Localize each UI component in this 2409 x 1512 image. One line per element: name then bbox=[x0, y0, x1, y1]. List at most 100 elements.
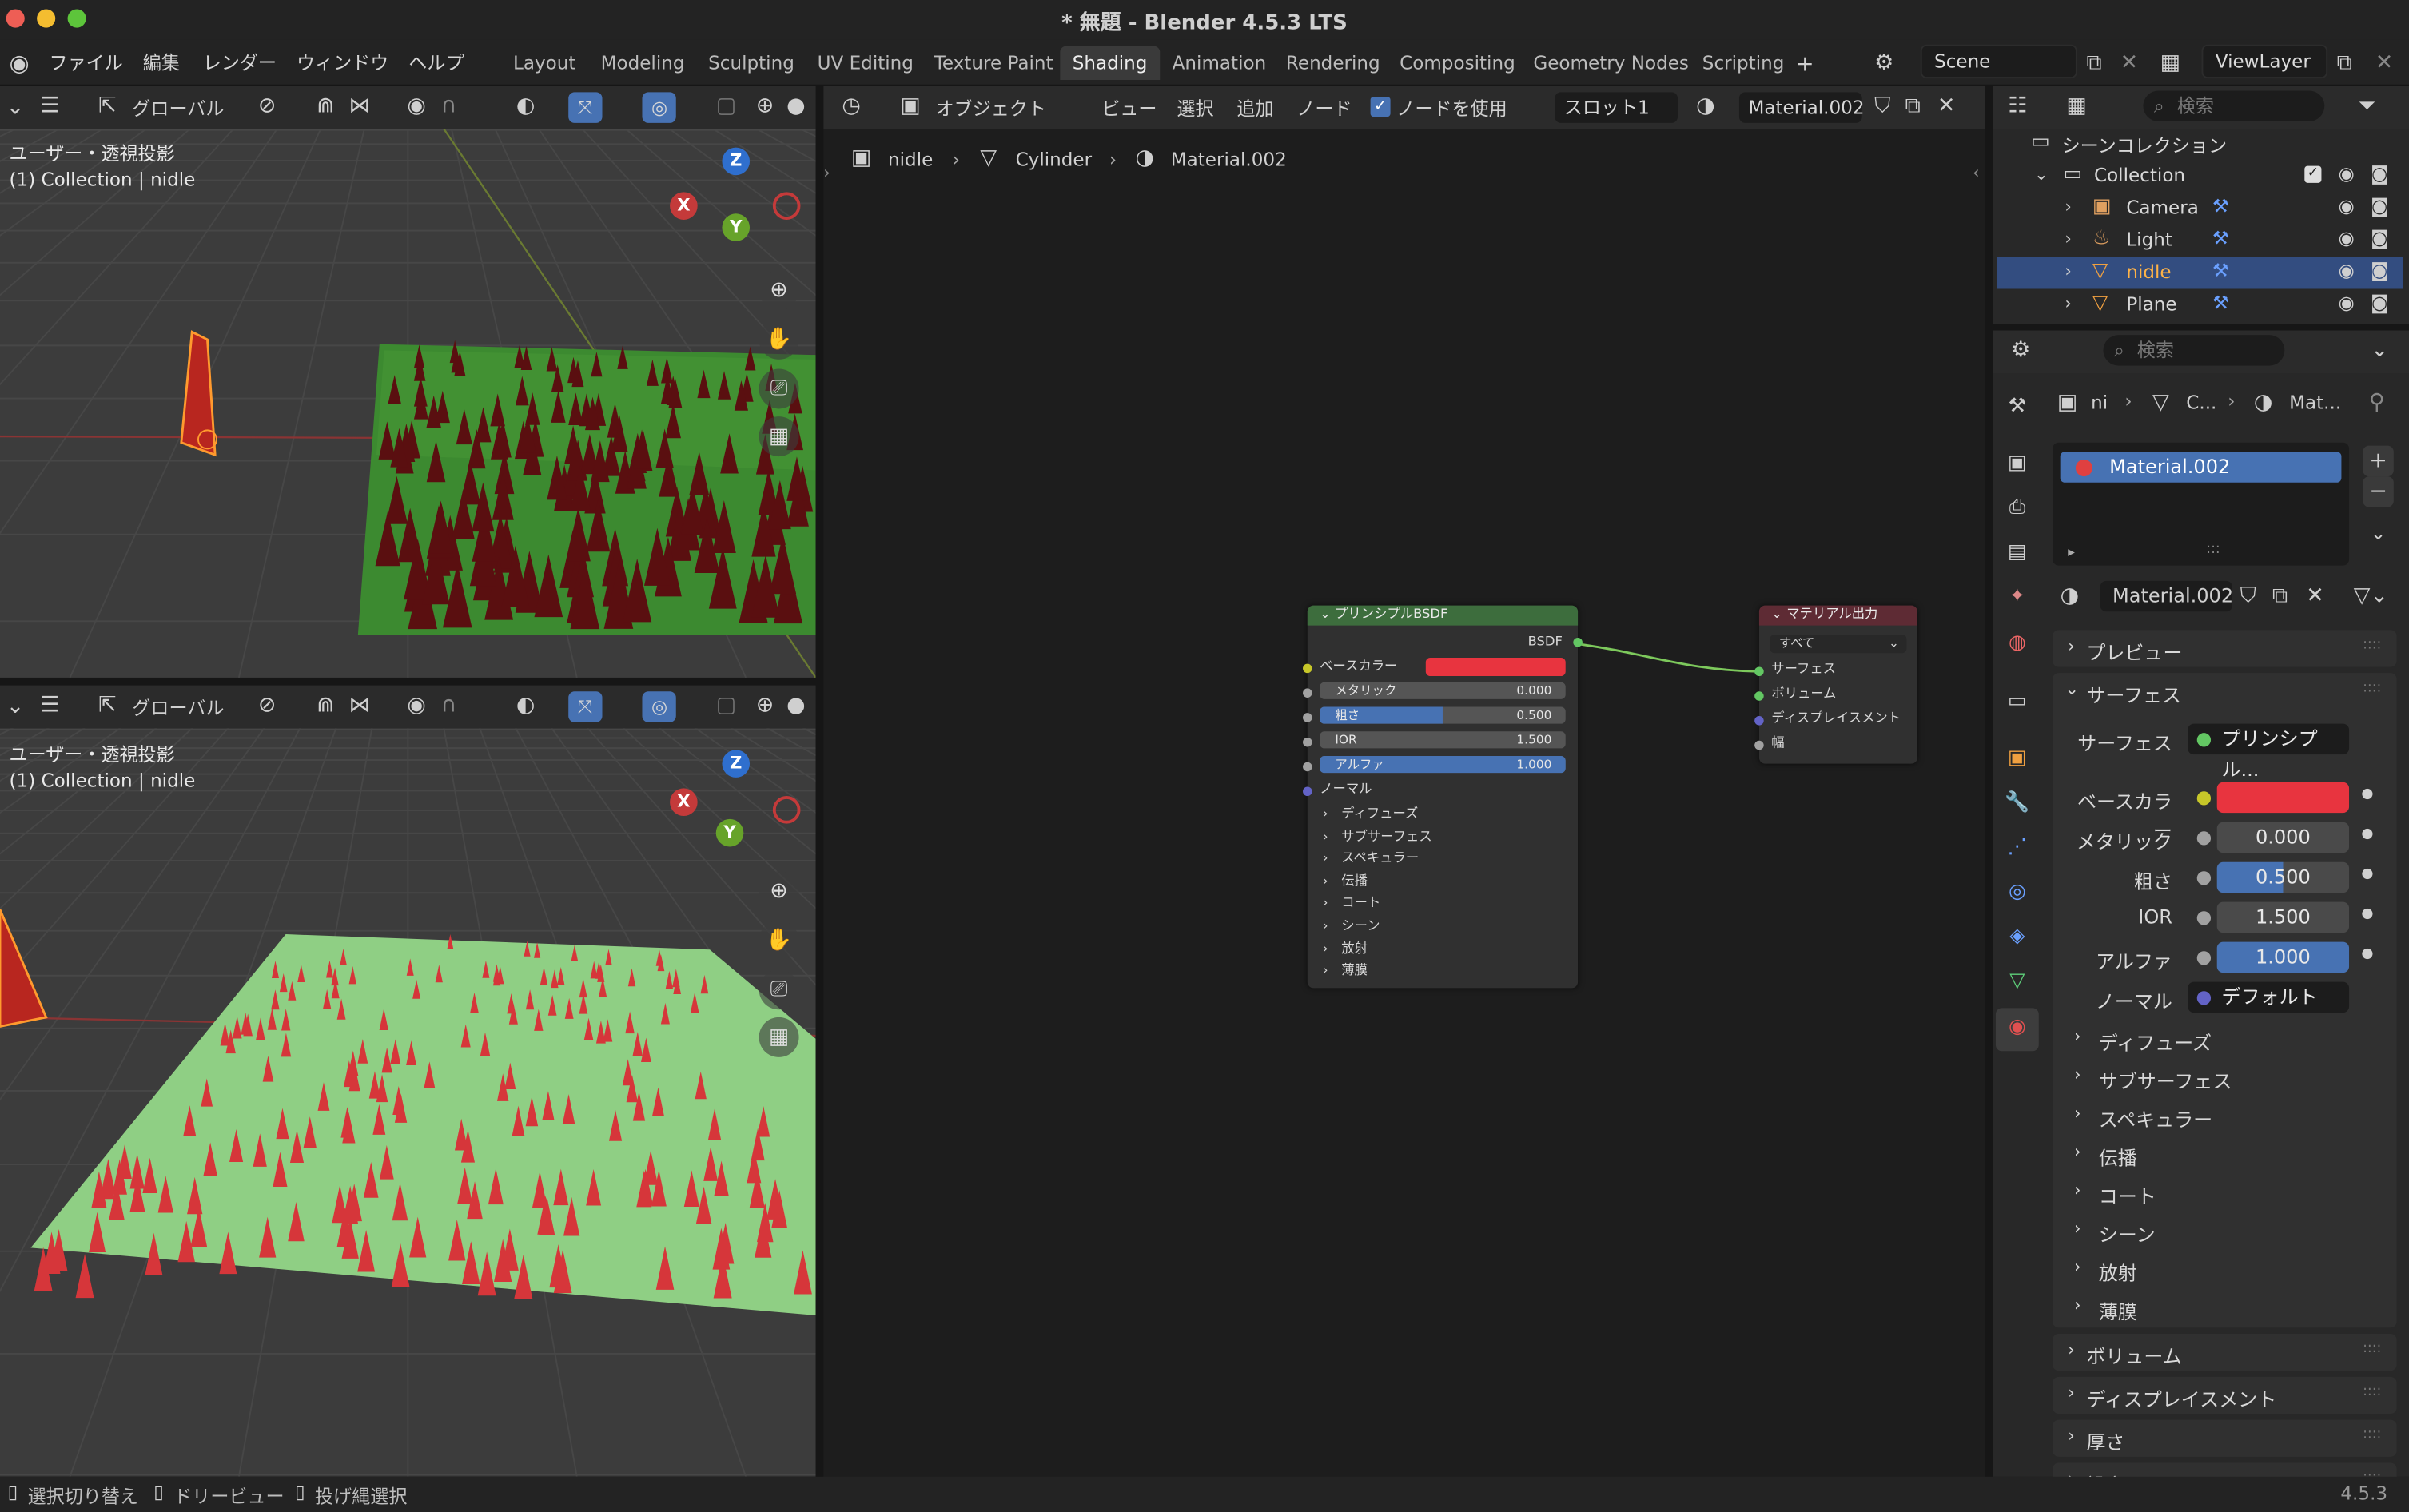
surface-socket[interactable] bbox=[1754, 666, 1764, 677]
visibility-icon[interactable]: ◐ bbox=[516, 694, 535, 716]
blender-logo-icon[interactable]: ◉ bbox=[10, 51, 30, 75]
editor-type-icon[interactable]: ◷ bbox=[842, 95, 860, 117]
tab-layout[interactable]: Layout bbox=[501, 46, 588, 80]
material-browse-icon[interactable]: ◑ bbox=[1696, 95, 1714, 117]
properties-search-input[interactable]: ⌕ 検索 bbox=[2103, 335, 2285, 366]
surface-subsection-row[interactable]: › ディフューズ bbox=[2053, 1021, 2397, 1057]
minimize-window-button[interactable] bbox=[37, 9, 56, 28]
solid-shading-icon[interactable]: ● bbox=[786, 694, 805, 716]
menu-edit[interactable]: 編集 bbox=[143, 50, 180, 76]
surface-subsection-row[interactable]: › 放射 bbox=[2053, 1251, 2397, 1287]
editor-type-icon[interactable]: ⌄ bbox=[6, 696, 25, 718]
camera-view-icon[interactable]: ⎚ bbox=[759, 368, 799, 409]
add-slot-button[interactable]: + bbox=[2363, 445, 2394, 477]
tab-rendering[interactable]: Rendering bbox=[1274, 46, 1393, 80]
roughness-slider[interactable]: 粗さ 0.500 bbox=[1320, 706, 1566, 724]
fake-user-shield-icon[interactable]: ⛉ bbox=[1874, 95, 1890, 117]
remove-slot-button[interactable]: − bbox=[2363, 476, 2394, 507]
xray-icon[interactable]: ▢ bbox=[716, 694, 736, 716]
overlay-toggle-icon[interactable]: ◎ bbox=[642, 92, 676, 123]
gizmo-x-axis[interactable]: X bbox=[670, 192, 698, 220]
orientation-dropdown[interactable]: グローバル bbox=[132, 95, 224, 121]
keyframe-dot[interactable]: ● bbox=[2361, 866, 2373, 881]
render-camera-icon[interactable]: ◙ bbox=[2371, 261, 2388, 280]
delete-viewlayer-icon[interactable]: ✕ bbox=[2375, 52, 2394, 74]
proportional-edit-icon[interactable]: ◉ bbox=[407, 694, 425, 716]
keyframe-dot[interactable]: ● bbox=[2361, 786, 2373, 802]
editor-type-icon[interactable]: ☷ bbox=[2008, 95, 2027, 117]
bsdf-output-socket[interactable] bbox=[1573, 637, 1583, 647]
falloff-icon[interactable]: ∩ bbox=[441, 95, 457, 117]
menu-file[interactable]: ファイル bbox=[50, 50, 123, 76]
bsdf-section-row[interactable]: › 伝播 bbox=[1323, 873, 1368, 891]
object-mode-icon[interactable]: ▣ bbox=[900, 95, 920, 117]
modifier-tab-icon[interactable]: 🔧 bbox=[2004, 791, 2032, 819]
metallic-field[interactable]: 0.000 bbox=[2216, 822, 2350, 853]
pivot-icon[interactable]: ⊘ bbox=[258, 694, 277, 716]
outliner-item-nidle[interactable]: › ▽ nidle ⚒ ◉ ◙ bbox=[1997, 257, 2403, 289]
area-divider[interactable] bbox=[0, 677, 816, 686]
gizmo-z-axis[interactable]: Z bbox=[722, 147, 751, 176]
viewlayer-name-field[interactable]: ViewLayer bbox=[2201, 44, 2328, 79]
grid-view-icon[interactable]: ▦ bbox=[759, 1017, 799, 1057]
surface-subsection-row[interactable]: › サブサーフェス bbox=[2053, 1059, 2397, 1096]
expand-chevron-icon[interactable]: › bbox=[2065, 198, 2071, 215]
new-viewlayer-icon[interactable]: ⧉ bbox=[2337, 52, 2352, 74]
keyframe-dot[interactable]: ● bbox=[2361, 946, 2373, 961]
roughness-socket[interactable] bbox=[1303, 713, 1312, 722]
material-name-field[interactable]: Material.002 bbox=[1738, 92, 1865, 123]
output-tab-icon[interactable]: ⎙ bbox=[2004, 496, 2032, 524]
expand-chevron-icon[interactable]: › bbox=[2065, 230, 2071, 247]
render-camera-icon[interactable]: ◙ bbox=[2371, 293, 2388, 312]
modifier-icon[interactable]: ⚒ bbox=[2212, 261, 2229, 280]
visibility-eye-icon[interactable]: ◉ bbox=[2339, 165, 2355, 183]
viewlayer-icon[interactable]: ▦ bbox=[2160, 52, 2180, 74]
modifier-icon[interactable]: ⚒ bbox=[2212, 293, 2229, 312]
bsdf-section-row[interactable]: › ディフューズ bbox=[1323, 806, 1418, 824]
visibility-eye-icon[interactable]: ◉ bbox=[2339, 197, 2355, 215]
tab-texture-paint[interactable]: Texture Paint bbox=[922, 46, 1065, 80]
gizmo-neg-x-axis[interactable] bbox=[772, 796, 801, 824]
display-mode-icon[interactable]: ▦ bbox=[2066, 95, 2086, 117]
pan-hand-icon[interactable]: ✋ bbox=[759, 920, 799, 961]
tool-tab-icon[interactable]: ⚒ bbox=[2004, 395, 2032, 423]
viewport-bottom[interactable]: ⌄ ☰ ⇱ グローバル ⊘ ⋒ ⋈ ◉ ∩ ◐ ⤧ ◎ ▢ ⊕ ● ユーザー・透… bbox=[0, 685, 816, 1477]
snap-increment-icon[interactable]: ⋈ bbox=[348, 95, 370, 117]
render-camera-icon[interactable]: ◙ bbox=[2371, 165, 2388, 183]
ior-slider[interactable]: IOR 1.500 bbox=[1320, 731, 1566, 749]
drag-handle-icon[interactable]: :::: bbox=[2363, 638, 2381, 653]
slot-list-expand-icon[interactable]: ▸ bbox=[2068, 546, 2075, 561]
menu-select[interactable]: 選択 bbox=[1177, 95, 1213, 121]
slot-list-resize-handle[interactable]: ::: bbox=[2206, 543, 2220, 558]
bsdf-section-row[interactable]: › サブサーフェス bbox=[1323, 828, 1432, 846]
toolbar-toggle-icon[interactable]: › bbox=[823, 163, 830, 183]
bsdf-section-row[interactable]: › シーン bbox=[1323, 917, 1380, 936]
output-node-header[interactable]: ⌄ マテリアル出力 bbox=[1758, 605, 1917, 626]
filter-icon[interactable]: ⏷ bbox=[2359, 95, 2376, 117]
zoom-icon[interactable]: ⊕ bbox=[759, 270, 799, 311]
collection-tab-icon[interactable]: ▭ bbox=[2004, 690, 2032, 718]
constraints-tab-icon[interactable]: ◈ bbox=[2004, 925, 2032, 953]
panel-surface-header[interactable]: ⌄ サーフェス :::: bbox=[2053, 673, 2397, 710]
slot-specials-icon[interactable]: ⌄ bbox=[2363, 518, 2393, 548]
new-scene-icon[interactable]: ⧉ bbox=[2086, 52, 2101, 74]
material-datablock-field[interactable]: Material.002 bbox=[2100, 580, 2233, 612]
principled-bsdf-node[interactable]: ⌄ プリンシプルBSDF BSDF ベースカラー メタリック 0.000 粗さ 0.… bbox=[1303, 605, 1583, 989]
material-browse-icon[interactable]: ◑ bbox=[2061, 586, 2079, 607]
tab-animation[interactable]: Animation bbox=[1160, 46, 1278, 80]
menu-add[interactable]: 追加 bbox=[1236, 95, 1273, 121]
falloff-icon[interactable]: ∩ bbox=[441, 694, 457, 716]
snap-icon[interactable]: ⋒ bbox=[317, 694, 335, 716]
drag-handle-icon[interactable]: :::: bbox=[2363, 1384, 2381, 1399]
material-tab-icon[interactable]: ◉ bbox=[2004, 1016, 2032, 1044]
menu-render[interactable]: レンダー bbox=[203, 50, 277, 76]
normal-socket[interactable] bbox=[1303, 786, 1312, 797]
menu-view[interactable]: ビュー bbox=[1101, 95, 1157, 121]
drag-handle-icon[interactable]: :::: bbox=[2363, 1342, 2381, 1357]
tab-uv-editing[interactable]: UV Editing bbox=[805, 46, 926, 80]
base-color-field[interactable] bbox=[2216, 782, 2350, 814]
overlay-toggle-icon[interactable]: ◎ bbox=[642, 691, 676, 722]
surface-subsection-row[interactable]: › 伝播 bbox=[2053, 1136, 2397, 1172]
object-tab-icon[interactable]: ▣ bbox=[2004, 746, 2032, 774]
zoom-icon[interactable]: ⊕ bbox=[759, 871, 799, 912]
